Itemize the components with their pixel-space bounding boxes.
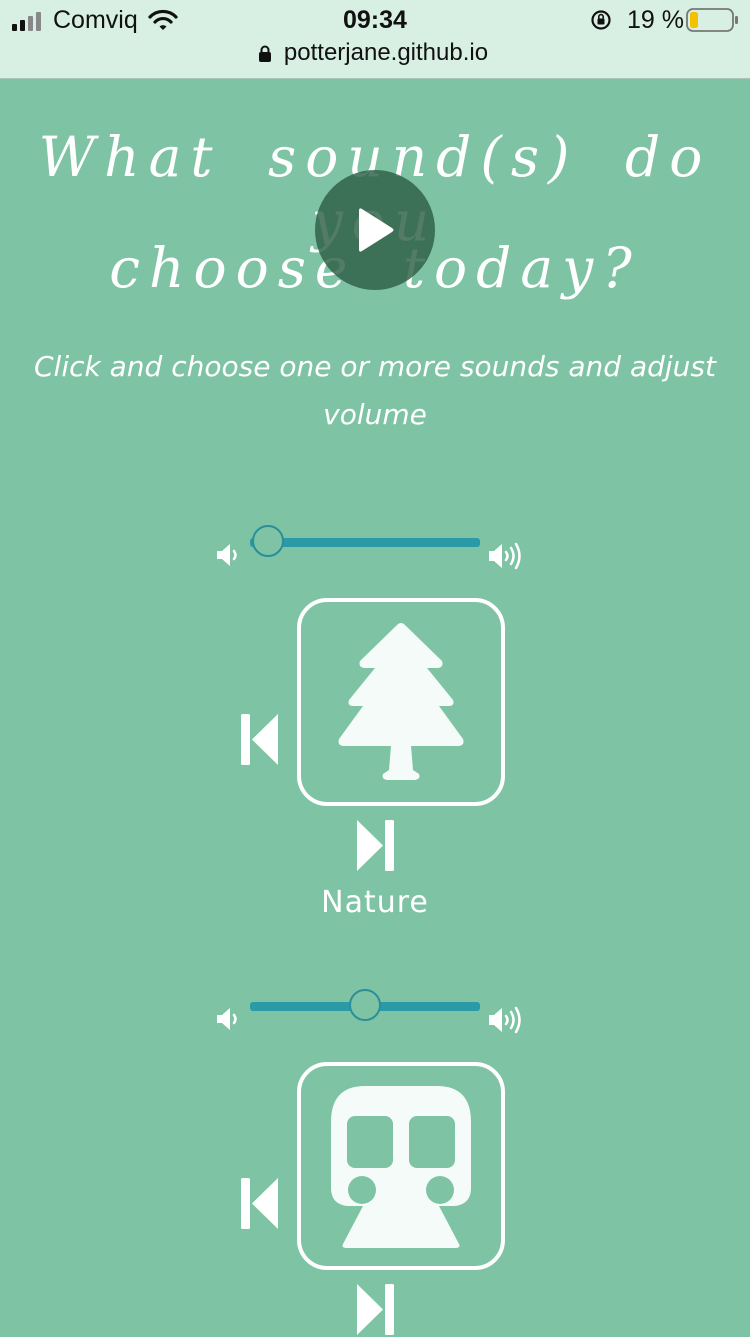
previous-icon[interactable]: [240, 712, 280, 767]
carrier-name: Comviq: [53, 6, 138, 34]
previous-icon[interactable]: [240, 1176, 280, 1231]
url-bar[interactable]: potterjane.github.io: [0, 39, 750, 67]
url-text: potterjane.github.io: [283, 39, 489, 66]
volume-slider[interactable]: [250, 525, 480, 557]
signal-icon: [12, 12, 41, 31]
volume-control: [215, 988, 525, 1034]
sound-label: Nature: [321, 885, 429, 920]
volume-slider-thumb[interactable]: [349, 989, 381, 1021]
instruction-text: Click and choose one or more sounds and …: [34, 350, 716, 431]
wifi-icon: [148, 9, 178, 30]
battery-percent: 19 %: [627, 6, 684, 34]
sound-tile-nature[interactable]: [297, 598, 505, 806]
browser-status-bar: Comviq 09:34 19 % potterjane.github.io: [0, 0, 750, 79]
volume-low-icon[interactable]: [215, 1006, 243, 1032]
volume-control: [215, 524, 525, 570]
volume-slider[interactable]: [250, 989, 480, 1021]
volume-slider-thumb[interactable]: [252, 525, 285, 557]
volume-high-icon[interactable]: [487, 542, 525, 570]
clock: 09:34: [343, 6, 407, 34]
orientation-lock-icon: [591, 10, 611, 30]
tree-icon: [338, 623, 464, 780]
volume-high-icon[interactable]: [487, 1006, 525, 1034]
play-button[interactable]: [315, 170, 435, 290]
next-icon[interactable]: [355, 1282, 395, 1337]
battery-icon: [686, 8, 738, 32]
next-icon[interactable]: [355, 818, 395, 873]
sound-tile-train[interactable]: [297, 1062, 505, 1270]
play-icon: [359, 208, 394, 252]
train-icon: [331, 1086, 471, 1248]
volume-low-icon[interactable]: [215, 542, 243, 568]
